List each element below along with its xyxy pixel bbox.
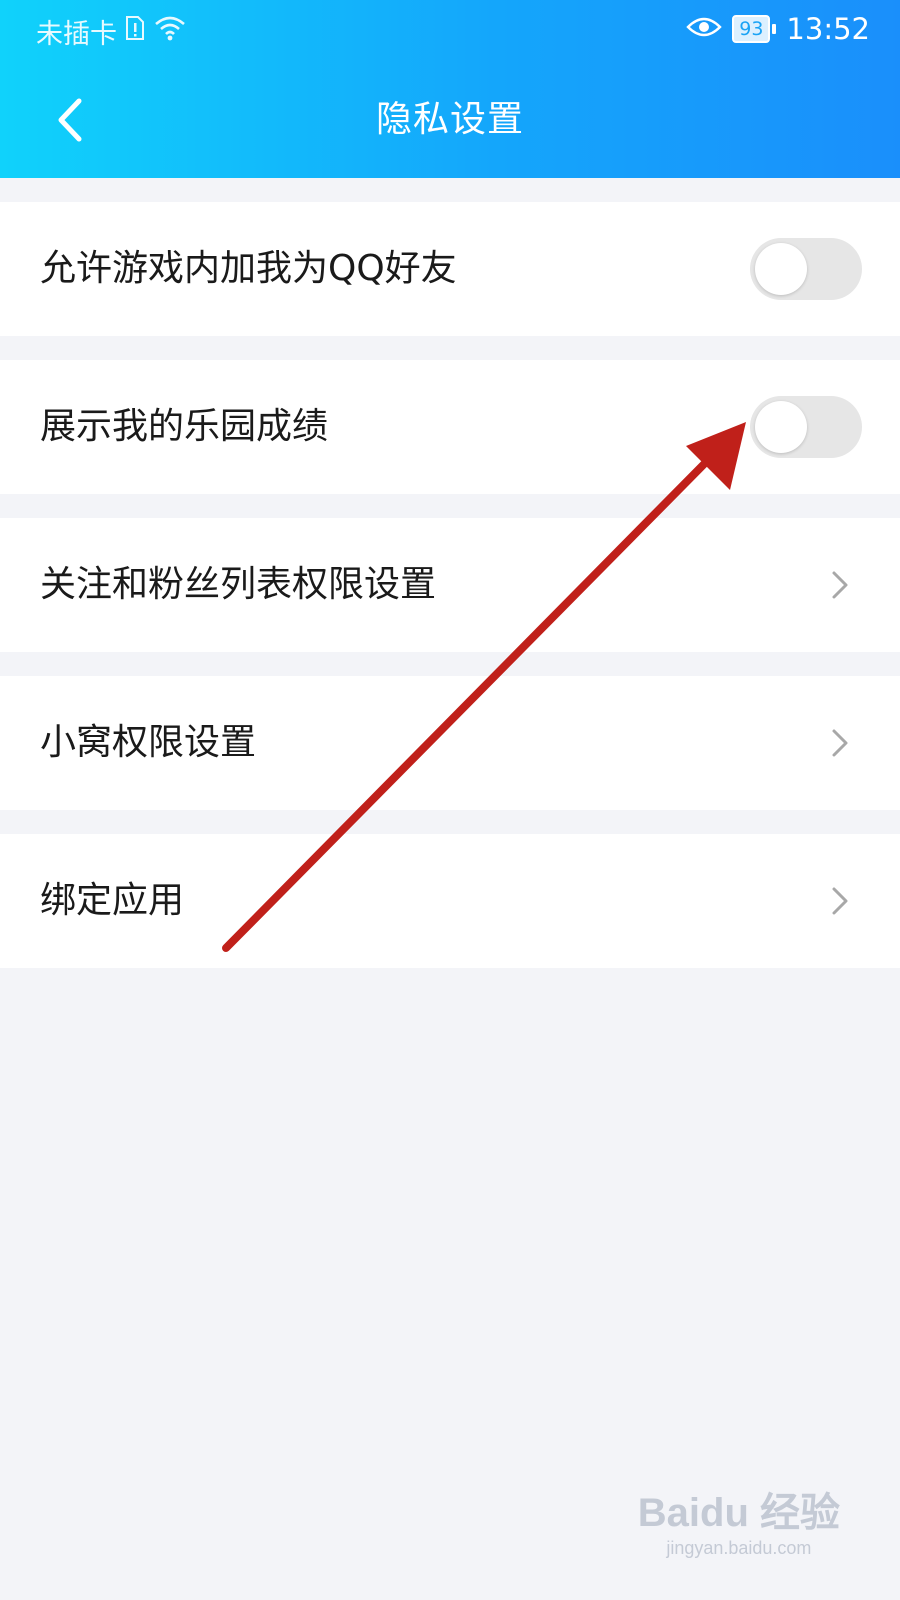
chevron-right-icon <box>832 729 848 757</box>
page-title: 隐私设置 <box>375 99 524 140</box>
app-header: 未插卡 93 13:52 隐私设置 <box>0 0 900 178</box>
setting-row-nest-permission[interactable]: 小窝权限设置 <box>0 676 900 810</box>
clock: 13:52 <box>786 12 870 46</box>
status-bar: 未插卡 93 13:52 <box>0 0 900 62</box>
setting-label: 关注和粉丝列表权限设置 <box>40 564 437 605</box>
wifi-icon <box>153 14 187 49</box>
chevron-right-icon <box>832 887 848 915</box>
setting-row-add-qq-friend: 允许游戏内加我为QQ好友 <box>0 202 900 336</box>
setting-row-follow-fans-permission[interactable]: 关注和粉丝列表权限设置 <box>0 518 900 652</box>
show-score-toggle[interactable] <box>750 396 862 458</box>
sim-alert-icon <box>125 15 145 48</box>
status-left: 未插卡 <box>36 12 187 51</box>
setting-row-bind-app[interactable]: 绑定应用 <box>0 834 900 968</box>
watermark: Baidu 经验 jingyan.baidu.com <box>638 1480 840 1559</box>
setting-label: 允许游戏内加我为QQ好友 <box>40 248 457 289</box>
setting-label: 展示我的乐园成绩 <box>40 406 329 447</box>
toggle-knob <box>755 401 807 453</box>
battery-icon: 93 <box>732 15 777 43</box>
eye-icon <box>686 12 722 46</box>
chevron-right-icon <box>832 571 848 599</box>
status-right: 93 13:52 <box>686 12 870 46</box>
carrier-text: 未插卡 <box>36 19 117 50</box>
add-friend-toggle[interactable] <box>750 238 862 300</box>
battery-level: 93 <box>732 15 771 43</box>
nav-bar: 隐私设置 <box>0 62 900 178</box>
watermark-logo: Baidu 经验 <box>637 1491 840 1535</box>
toggle-knob <box>755 243 807 295</box>
watermark-url: jingyan.baidu.com <box>666 1538 812 1558</box>
setting-label: 小窝权限设置 <box>40 722 257 763</box>
setting-row-show-park-score: 展示我的乐园成绩 <box>0 360 900 494</box>
setting-label: 绑定应用 <box>40 880 185 921</box>
